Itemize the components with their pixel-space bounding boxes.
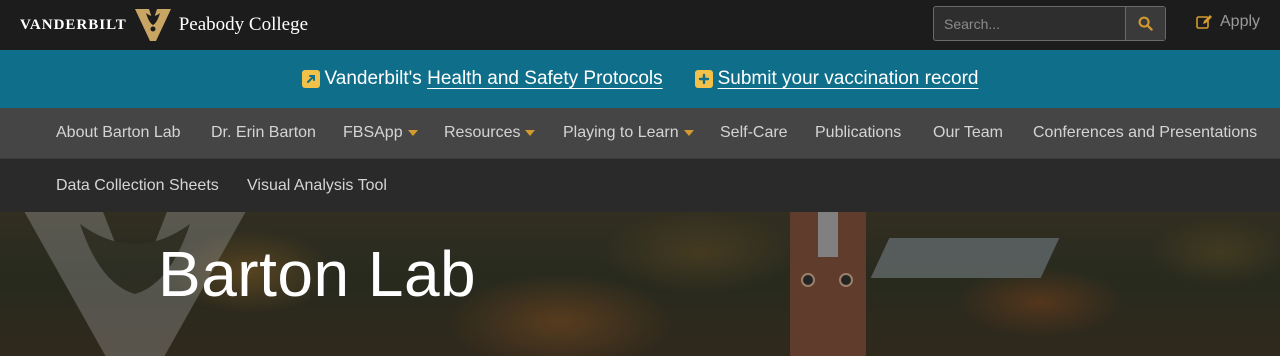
main-navigation: About Barton Lab Dr. Erin Barton FBSApp … (0, 108, 1280, 212)
edit-icon (1196, 15, 1212, 29)
brand-wordmark: VANDERBILT (20, 16, 127, 33)
health-safety-link[interactable]: Health and Safety Protocols (427, 68, 663, 90)
hero-banner: Barton Lab (0, 212, 1280, 356)
vaccination-record-link[interactable]: Submit your vaccination record (718, 68, 979, 90)
college-name: Peabody College (178, 14, 308, 35)
nav-item-label: Visual Analysis Tool (247, 176, 387, 194)
alert-vaccination: Submit your vaccination record (694, 68, 979, 90)
nav-item-fbsapp[interactable]: FBSApp (343, 108, 418, 158)
nav-item-label: FBSApp (343, 124, 403, 141)
nav-item-playing-to-learn[interactable]: Playing to Learn (563, 108, 694, 158)
top-bar: VANDERBILT Peabody College Apply (0, 0, 1280, 50)
search-icon (1138, 16, 1153, 31)
alert-health-safety: Vanderbilt's Health and Safety Protocols (301, 68, 663, 90)
nav-item-label: Dr. Erin Barton (211, 124, 316, 141)
alert-prefix: Vanderbilt's (324, 68, 422, 89)
nav-item-label: Our Team (933, 124, 1003, 141)
nav-item-label: Conferences and Presentations (1033, 124, 1258, 141)
nav-item-label: Resources (444, 124, 521, 141)
caret-down-icon (683, 130, 694, 136)
plus-square-icon (694, 70, 713, 88)
nav-item-label: Self-Care (720, 124, 788, 141)
caret-down-icon (525, 130, 536, 136)
nav-item-label: About Barton Lab (56, 124, 181, 141)
page-title: Barton Lab (158, 238, 477, 310)
nav-item-self-care[interactable]: Self-Care (720, 108, 788, 158)
search-box (933, 6, 1166, 41)
vanderbilt-logo-link[interactable]: VANDERBILT Peabody College (20, 7, 308, 43)
alert-bar: Vanderbilt's Health and Safety Protocols… (0, 50, 1280, 108)
nav-item-visual-analysis-tool[interactable]: Visual Analysis Tool (247, 159, 387, 212)
nav-item-about-barton-lab[interactable]: About Barton Lab (56, 108, 181, 158)
nav-item-our-team[interactable]: Our Team (933, 108, 1003, 158)
nav-item-label: Publications (815, 124, 902, 141)
search-input[interactable] (934, 7, 1125, 40)
nav-item-conferences-and-presentations[interactable]: Conferences and Presentations (1033, 108, 1257, 158)
caret-down-icon (407, 130, 418, 136)
apply-link[interactable]: Apply (1196, 13, 1260, 31)
nav-item-label: Playing to Learn (563, 124, 679, 141)
nav-item-publications[interactable]: Publications (815, 108, 901, 158)
apply-label: Apply (1220, 13, 1261, 30)
nav-item-dr-erin-barton[interactable]: Dr. Erin Barton (211, 108, 316, 158)
nav-item-label: Data Collection Sheets (56, 176, 219, 194)
nav-row-primary: About Barton Lab Dr. Erin Barton FBSApp … (0, 108, 1280, 159)
external-link-icon (301, 70, 320, 88)
nav-item-resources[interactable]: Resources (444, 108, 536, 158)
nav-item-data-collection-sheets[interactable]: Data Collection Sheets (56, 159, 219, 212)
search-button[interactable] (1125, 7, 1165, 40)
vanderbilt-v-oak-icon (134, 9, 171, 41)
nav-row-secondary: Data Collection Sheets Visual Analysis T… (0, 159, 1280, 212)
